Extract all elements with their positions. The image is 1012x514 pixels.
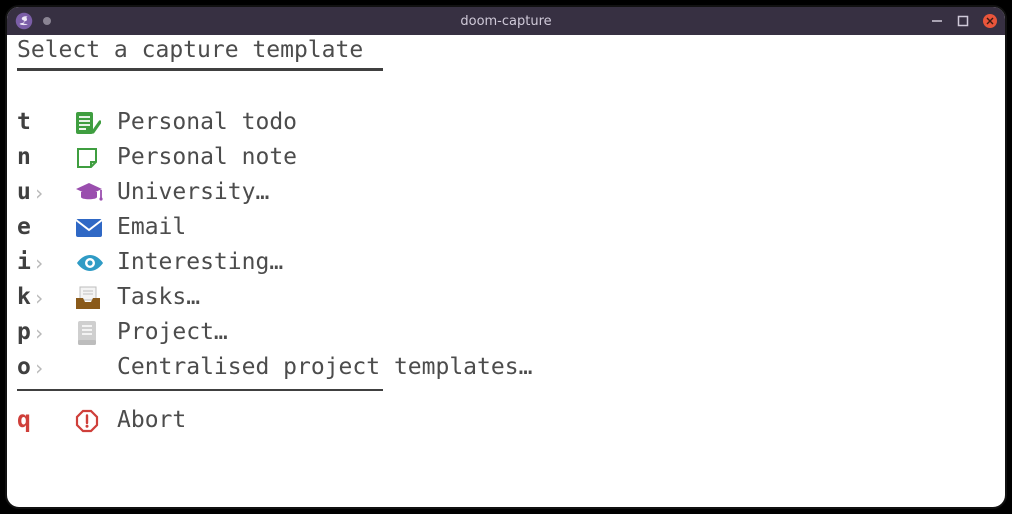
template-list: t Personal todon Personal noteu› Univers… [17,105,995,385]
item-label: Abort [117,409,186,432]
template-item[interactable]: u› University… [17,175,995,210]
key-char: e [17,216,33,239]
template-item[interactable]: k› Tasks… [17,280,995,315]
key-char: k [17,286,33,309]
template-item[interactable]: t Personal todo [17,105,995,140]
key-char: q [17,409,33,432]
book-icon [75,320,117,346]
divider [17,389,383,391]
inbox-icon [75,286,117,310]
key-char: n [17,146,33,169]
key-char: u [17,181,33,204]
envelope-icon [75,218,117,238]
item-label: Project… [117,321,228,344]
template-item[interactable]: i› Interesting… [17,245,995,280]
item-label: Personal todo [117,111,297,134]
key-char: i [17,251,33,274]
page-title: Select a capture template [17,39,995,62]
chevron-right-icon: › [33,358,75,378]
titlebar: doom-capture [7,7,1005,35]
item-label: University… [117,181,269,204]
key-char: o [17,356,33,379]
item-label: Personal note [117,146,297,169]
minimize-button[interactable] [931,15,943,27]
item-label: Interesting… [117,251,283,274]
template-item[interactable]: p› Project… [17,315,995,350]
window: doom-capture Select a capture template t [5,5,1007,509]
item-label: Tasks… [117,286,200,309]
template-item-abort[interactable]: q Abort [17,403,995,438]
template-item[interactable]: o› Centralised project templates… [17,350,995,385]
gradcap-icon [75,182,117,204]
abort-icon [75,409,117,433]
chevron-right-icon: › [33,323,75,343]
divider [17,68,383,71]
chevron-right-icon: › [33,288,75,308]
key-char: p [17,321,33,344]
item-label: Email [117,216,186,239]
checklist-icon [75,111,117,135]
template-item[interactable]: n Personal note [17,140,995,175]
emacs-app-icon [15,12,33,30]
window-status-dot-icon [43,17,51,25]
item-label: Centralised project templates… [117,356,532,379]
key-char: t [17,111,33,134]
note-icon [75,146,117,170]
chevron-right-icon: › [33,183,75,203]
template-item[interactable]: e Email [17,210,995,245]
close-button[interactable] [983,14,997,28]
maximize-button[interactable] [957,15,969,27]
capture-buffer: Select a capture template t Personal tod… [7,35,1005,448]
chevron-right-icon: › [33,253,75,273]
window-title: doom-capture [7,14,1005,29]
eye-icon [75,253,117,273]
